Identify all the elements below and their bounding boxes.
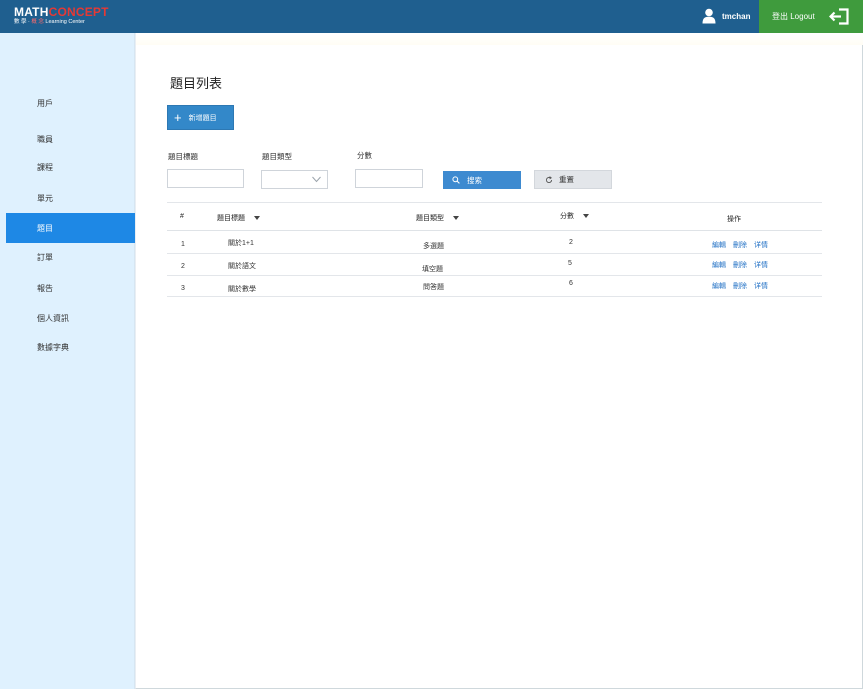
content-top-strip [136, 33, 863, 45]
logo-subtitle-a: 數 學 ‧ [14, 19, 30, 25]
row-type: 多選題 [423, 243, 444, 250]
sidebar-item-label: 數據字典 [37, 342, 69, 352]
row-type: 填空題 [422, 266, 443, 273]
row-index: 2 [181, 263, 185, 270]
row-actions: 編輯 刪除 详情 [712, 240, 775, 250]
main-content: 題目列表 + 新增題目 題目標題 題目類型 分數 搜索 重置 # 題目標題 題目… [135, 33, 863, 689]
search-button[interactable]: 搜索 [443, 171, 521, 189]
sidebar-item-label: 訂單 [37, 252, 53, 262]
delete-link[interactable]: 刪除 [733, 283, 747, 290]
filter-type-label: 題目類型 [262, 152, 292, 161]
detail-link[interactable]: 详情 [754, 242, 768, 249]
logo-subtitle-b: 概 念 [31, 19, 44, 25]
filter-score-input[interactable] [355, 169, 423, 188]
sidebar: 用戶 職員 課程 單元 題目 訂單 報告 個人資訊 數據字典 [0, 33, 135, 689]
sidebar-item-orders[interactable]: 訂單 [6, 242, 135, 272]
col-index: # [180, 213, 184, 220]
plus-icon: + [174, 109, 182, 125]
sidebar-item-staff[interactable]: 職員 [6, 124, 135, 154]
user-menu[interactable]: tmchan [702, 6, 750, 26]
logo-text-accent: CONCEPT [48, 5, 109, 19]
table-row: 2 關於語文 填空題 5 編輯 刪除 详情 [167, 255, 822, 276]
logout-label: 登出 Logout [772, 12, 815, 21]
sidebar-item-label: 個人資訊 [37, 313, 69, 323]
sidebar-item-dictionary[interactable]: 數據字典 [6, 332, 135, 362]
sort-down-icon[interactable] [453, 216, 459, 221]
sidebar-item-courses[interactable]: 課程 [6, 152, 135, 182]
refresh-icon [546, 175, 553, 183]
sidebar-item-reports[interactable]: 報告 [6, 273, 135, 303]
row-score: 6 [569, 280, 573, 287]
detail-link[interactable]: 详情 [754, 283, 768, 290]
filter-title-label: 題目標題 [168, 152, 198, 161]
edit-link[interactable]: 編輯 [712, 242, 726, 249]
logo-subtitle-c: Learning Center [45, 19, 85, 25]
add-question-label: 新增題目 [188, 114, 217, 122]
delete-link[interactable]: 刪除 [733, 262, 747, 269]
row-index: 1 [181, 241, 185, 248]
top-bar: MATHCONCEPT 數 學 ‧ 概 念 Learning Center tm… [0, 0, 863, 33]
row-score: 2 [569, 239, 573, 246]
col-type[interactable]: 題目類型 [416, 213, 459, 223]
sidebar-item-label: 職員 [37, 134, 53, 144]
username: tmchan [722, 11, 751, 21]
table-row: 1 關於1+1 多選題 2 編輯 刪除 详情 [167, 232, 822, 254]
add-question-button[interactable]: + 新增題目 [167, 105, 234, 130]
reset-label: 重置 [559, 175, 574, 184]
col-actions: 操作 [727, 216, 741, 223]
logo-text-primary: MATH [14, 5, 49, 19]
filter-type-select[interactable] [261, 170, 328, 189]
delete-link[interactable]: 刪除 [733, 242, 747, 249]
page-title: 題目列表 [170, 76, 223, 91]
sidebar-item-users[interactable]: 用戶 [6, 88, 135, 118]
table-row: 3 關於數學 問答題 6 編輯 刪除 详情 [167, 277, 822, 297]
edit-link[interactable]: 編輯 [712, 283, 726, 290]
reset-button[interactable]: 重置 [534, 170, 612, 189]
chevron-down-icon [312, 176, 321, 183]
row-title: 關於1+1 [228, 240, 254, 247]
edit-link[interactable]: 編輯 [712, 262, 726, 269]
col-title-label: 題目標題 [217, 215, 245, 222]
sidebar-item-units[interactable]: 單元 [6, 183, 135, 213]
logout-button[interactable]: 登出 Logout [759, 0, 863, 33]
filter-score-label: 分數 [357, 151, 372, 160]
row-actions: 編輯 刪除 详情 [712, 281, 775, 291]
col-type-label: 題目類型 [416, 215, 444, 222]
col-score[interactable]: 分數 [560, 211, 589, 221]
sidebar-item-label: 報告 [37, 283, 53, 293]
row-type: 問答題 [423, 284, 444, 291]
row-actions: 編輯 刪除 详情 [712, 260, 775, 270]
sidebar-item-label: 課程 [37, 162, 53, 172]
sort-down-icon[interactable] [254, 216, 260, 221]
search-icon [452, 176, 460, 184]
table-header: # 題目標題 題目類型 分數 操作 [167, 202, 822, 231]
col-title[interactable]: 題目標題 [217, 213, 260, 223]
row-score: 5 [568, 260, 572, 267]
sort-down-icon[interactable] [583, 214, 589, 219]
sidebar-item-profile[interactable]: 個人資訊 [6, 303, 135, 333]
row-title: 關於語文 [228, 263, 256, 270]
filter-title-input[interactable] [167, 169, 244, 188]
app-logo[interactable]: MATHCONCEPT 數 學 ‧ 概 念 Learning Center [14, 5, 109, 28]
row-title: 關於數學 [228, 286, 256, 293]
row-index: 3 [181, 285, 185, 292]
logout-icon [829, 8, 849, 25]
col-score-label: 分數 [560, 213, 574, 220]
detail-link[interactable]: 详情 [754, 262, 768, 269]
sidebar-item-questions[interactable]: 題目 [6, 213, 135, 243]
sidebar-item-label: 用戶 [37, 98, 53, 108]
sidebar-item-label: 單元 [37, 193, 53, 203]
sidebar-item-label: 題目 [37, 223, 53, 233]
search-label: 搜索 [467, 175, 482, 185]
user-icon [702, 8, 716, 24]
